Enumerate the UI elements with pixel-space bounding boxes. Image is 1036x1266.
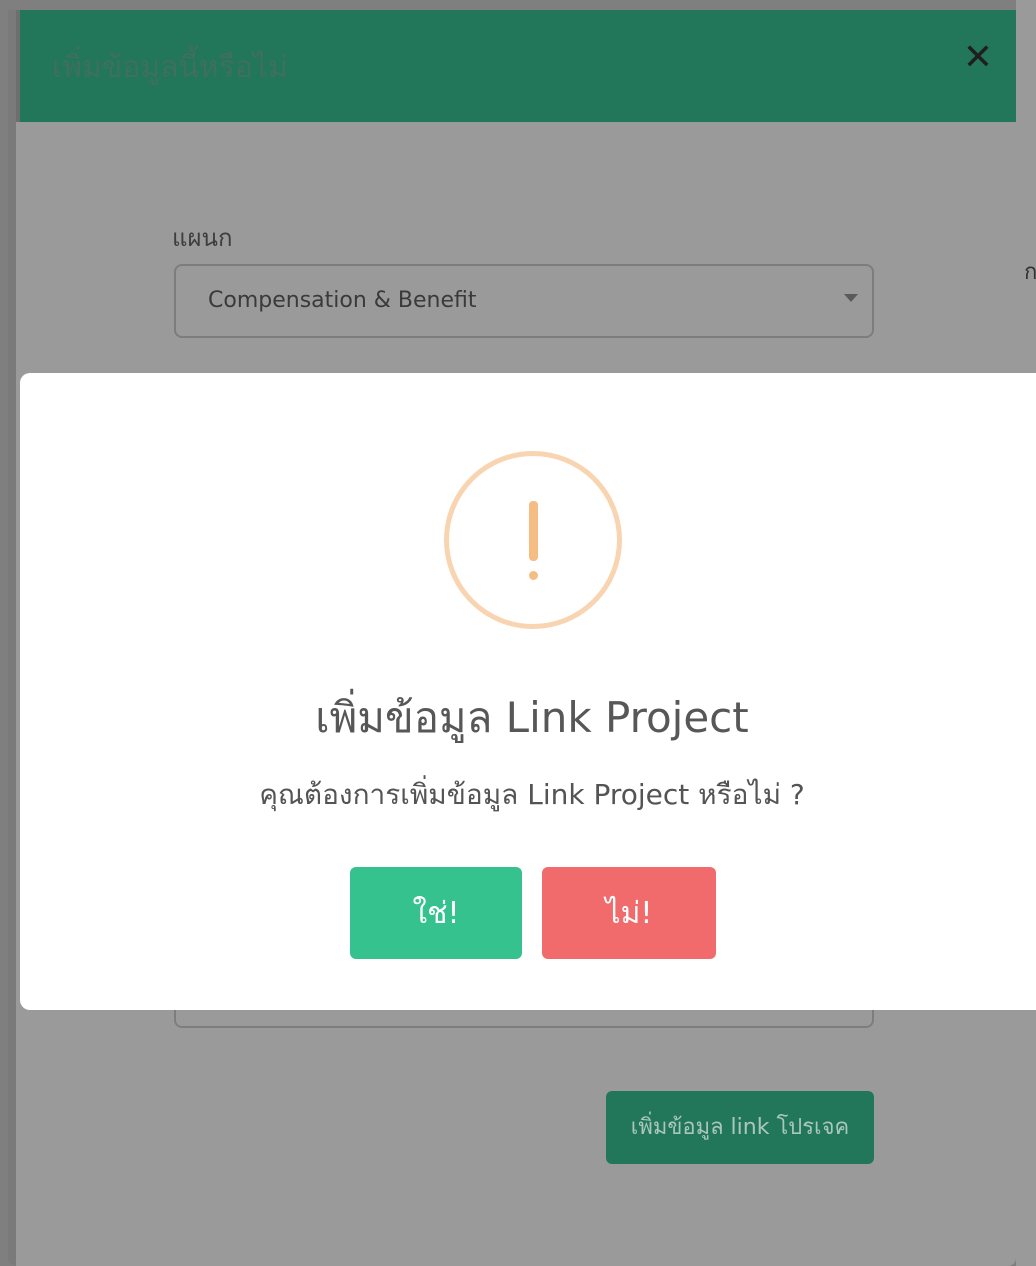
exclamation-dot — [529, 571, 538, 580]
exclamation-bar — [529, 501, 538, 561]
department-select-value: Compensation & Benefit — [208, 288, 477, 313]
cancel-button[interactable]: ไม่! — [542, 867, 716, 959]
screen: ก เพิ่มข้อมูลนี้หรือไม่ ✕ แผนก Compensat… — [0, 0, 1036, 1266]
dialog-title: เพิ่มข้อมูล Link Project — [315, 693, 749, 742]
modal-header: เพิ่มข้อมูลนี้หรือไม่ ✕ — [16, 10, 1016, 122]
modal-title: เพิ่มข้อมูลนี้หรือไม่ — [52, 50, 288, 85]
warning-icon — [444, 451, 622, 629]
background-page-text: ก — [1024, 260, 1036, 285]
add-link-project-button[interactable]: เพิ่มข้อมูล link โปรเจค — [606, 1091, 874, 1164]
caret-down-icon — [844, 294, 858, 302]
dialog-message: คุณต้องการเพิ่มข้อมูล Link Project หรือไ… — [259, 778, 805, 811]
department-select[interactable]: Compensation & Benefit — [174, 264, 874, 338]
close-icon[interactable]: ✕ — [958, 38, 998, 78]
confirm-dialog: เพิ่มข้อมูล Link Project คุณต้องการเพิ่ม… — [20, 373, 1036, 1010]
department-label: แผนก — [172, 224, 233, 252]
confirm-button[interactable]: ใช่! — [350, 867, 522, 959]
